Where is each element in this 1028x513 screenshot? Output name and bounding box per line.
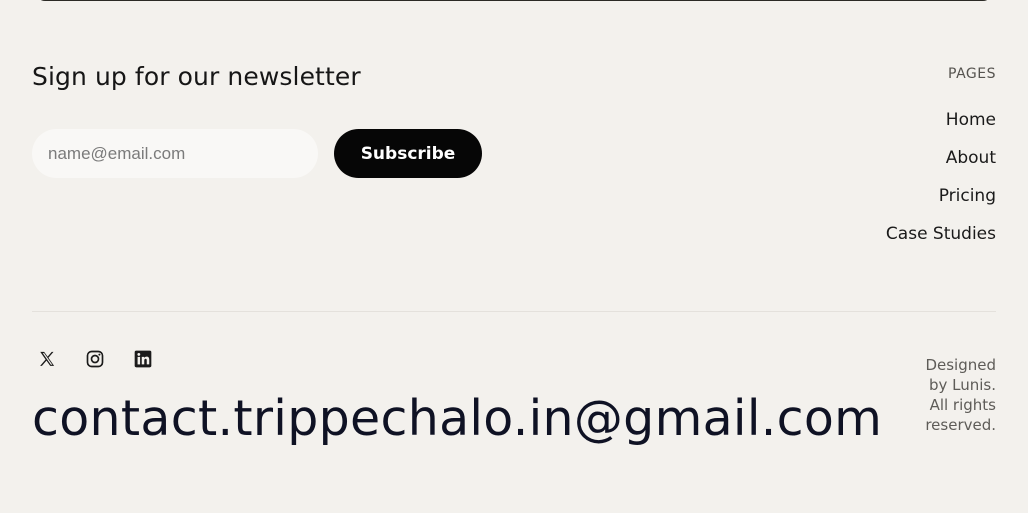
- email-input[interactable]: [32, 129, 318, 178]
- nav-link-case-studies[interactable]: Case Studies: [886, 220, 996, 258]
- nav-link-about[interactable]: About: [946, 144, 996, 182]
- instagram-icon: [86, 350, 104, 368]
- newsletter-title: Sign up for our newsletter: [32, 62, 361, 91]
- linkedin-icon: [134, 350, 152, 368]
- pages-heading: PAGES: [948, 66, 996, 82]
- subscribe-button[interactable]: Subscribe: [334, 129, 482, 178]
- nav-link-home[interactable]: Home: [946, 106, 996, 144]
- pages-nav: Home About Pricing Case Studies: [886, 106, 996, 258]
- top-image-edge: [36, 0, 992, 1]
- instagram-link[interactable]: [84, 348, 106, 370]
- credits-text: Designed by Lunis. All rights reserved.: [925, 356, 996, 434]
- linkedin-link[interactable]: [132, 348, 154, 370]
- social-links: [36, 348, 154, 370]
- contact-email-link[interactable]: contact.trippechalo.in@gmail.com: [32, 390, 882, 447]
- nav-link-pricing[interactable]: Pricing: [939, 182, 996, 220]
- x-link[interactable]: [36, 348, 58, 370]
- footer-divider: [32, 311, 996, 312]
- x-icon: [40, 351, 55, 366]
